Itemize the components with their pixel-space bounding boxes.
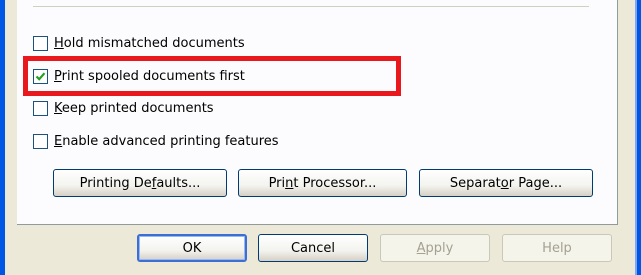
apply-button[interactable]: Apply: [380, 234, 490, 262]
checkbox-label: Enable advanced printing features: [54, 133, 279, 149]
print-processor-button[interactable]: Pri n t Processor...: [238, 169, 407, 197]
enable-advanced-features-checkbox[interactable]: Enable advanced printing features: [33, 131, 393, 151]
section-divider: [33, 6, 589, 7]
help-button[interactable]: Help: [502, 234, 612, 262]
keep-printed-checkbox[interactable]: Keep printed documents: [33, 98, 393, 118]
separator-page-button[interactable]: Separat o r Page...: [419, 169, 593, 197]
highlight-annotation-box: [23, 56, 401, 96]
window-frame-left: [0, 0, 5, 275]
window-frame-edge: [635, 0, 637, 275]
checkbox-unchecked-icon[interactable]: [33, 100, 48, 116]
cancel-button[interactable]: Cancel: [258, 234, 368, 262]
checkbox-unchecked-icon[interactable]: [33, 133, 48, 149]
checkbox-unchecked-icon[interactable]: [33, 35, 48, 51]
ok-button[interactable]: OK: [137, 234, 247, 262]
checkbox-label: Keep printed documents: [54, 100, 214, 116]
printing-defaults-button[interactable]: Printing De f aults...: [53, 169, 227, 197]
window-frame-right: [635, 0, 641, 275]
hold-mismatched-checkbox[interactable]: Hold mismatched documents: [33, 33, 393, 53]
checkbox-label: Hold mismatched documents: [54, 35, 245, 51]
